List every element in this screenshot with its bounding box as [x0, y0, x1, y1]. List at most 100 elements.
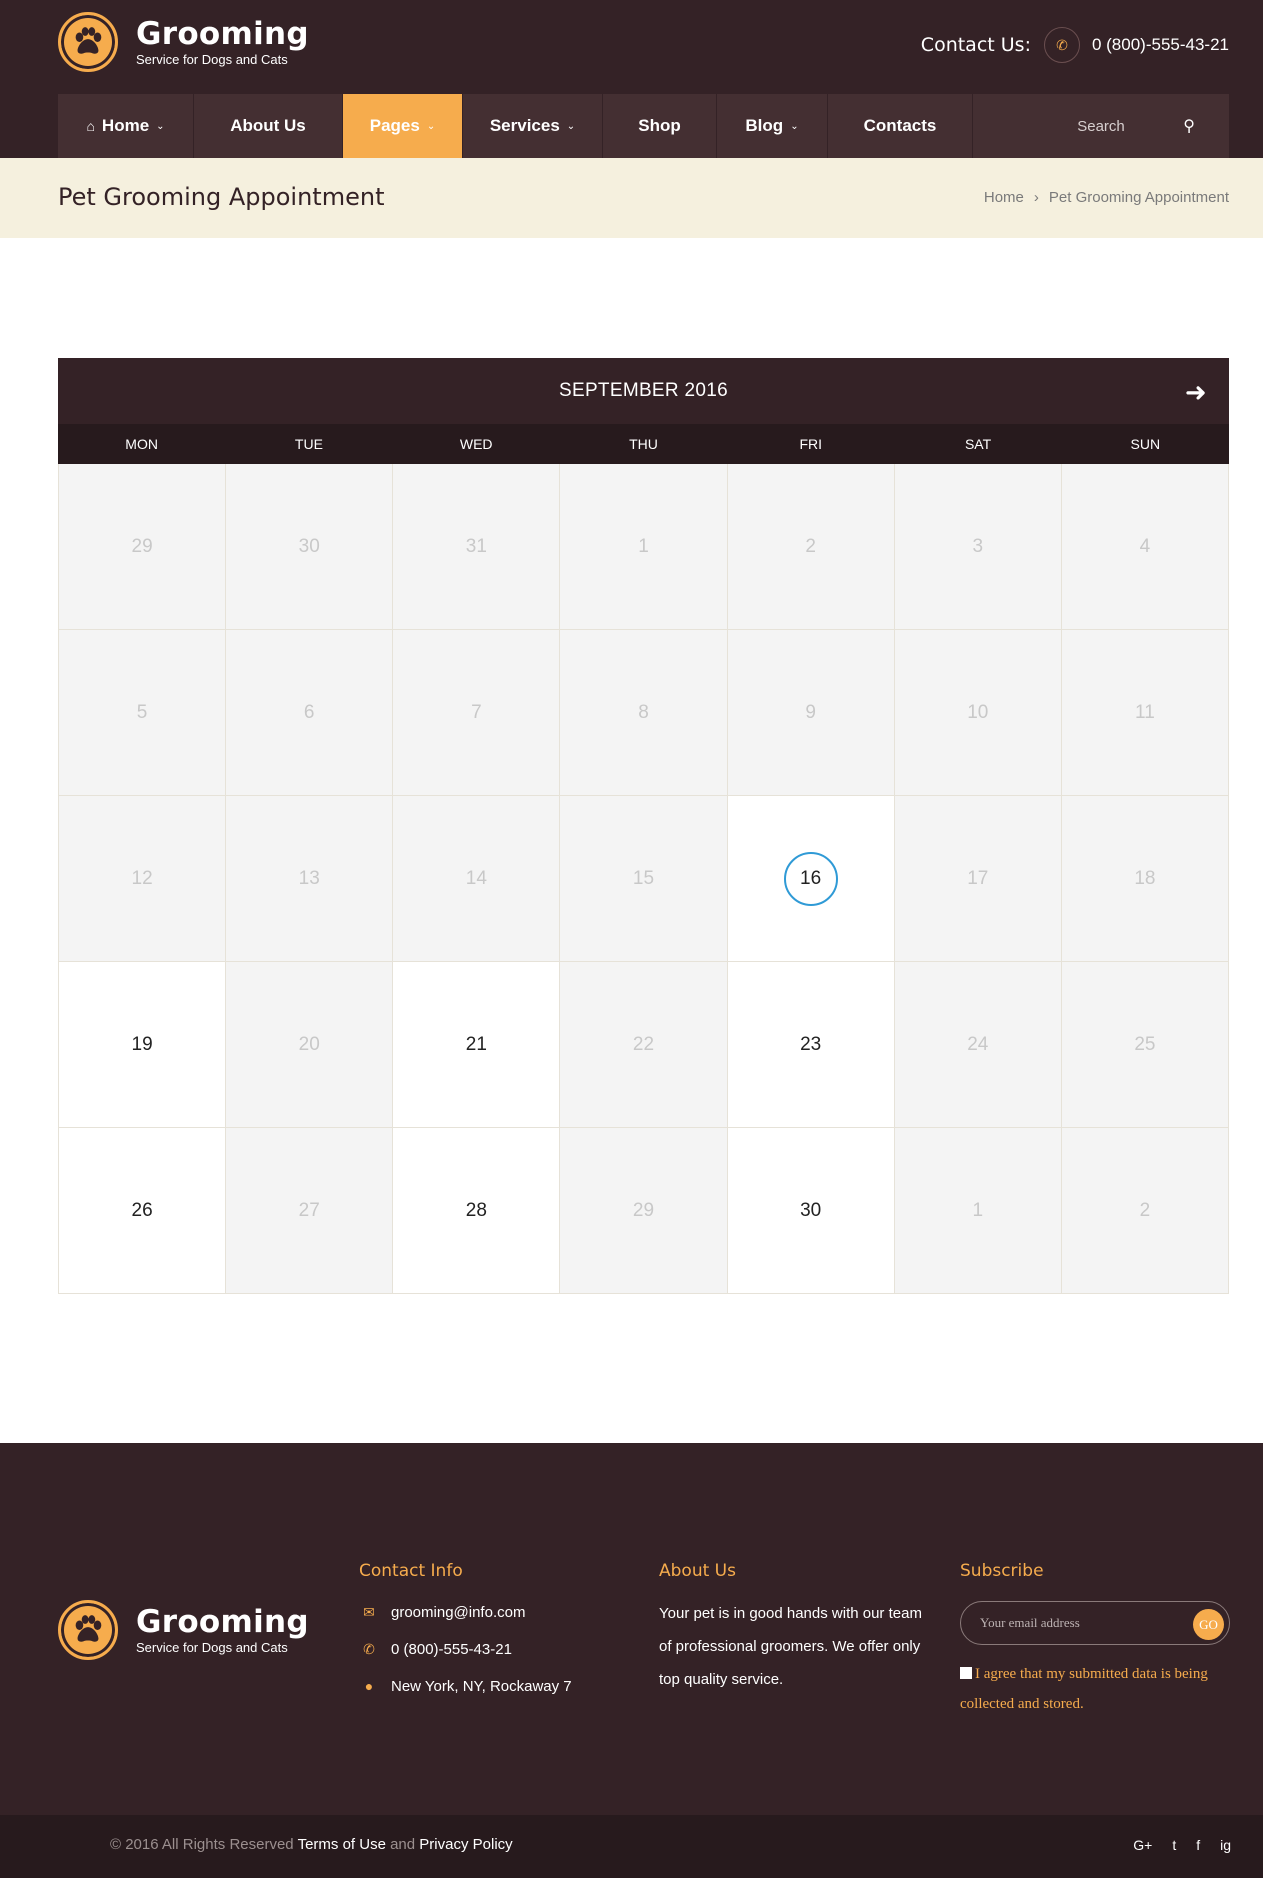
nav-item-home[interactable]: ⌂ Home ⌄ [58, 94, 194, 158]
footer-email-row: ✉ grooming@info.com [359, 1601, 572, 1623]
site-footer: Grooming Service for Dogs and Cats Conta… [0, 1443, 1263, 1815]
footer-heading: Contact Info [359, 1561, 463, 1581]
footer-about-text: Your pet is in good hands with our team … [659, 1605, 922, 1688]
calendar-day: 6 [226, 630, 394, 796]
weekday-label: WED [459, 436, 493, 452]
calendar-day-available[interactable]: 30 [727, 1128, 895, 1294]
nav-search: ⚲ [973, 94, 1229, 158]
appointment-calendar: SEPTEMBER 2016 ➜ MON TUE WED THU FRI SAT… [58, 358, 1229, 1294]
footer-brand-name: Grooming [136, 1603, 309, 1640]
footer-subscribe: Subscribe GO I agree that my submitted d… [960, 1561, 1235, 1719]
calendar-day: 27 [226, 1128, 394, 1294]
calendar-day: 10 [894, 630, 1062, 796]
calendar-day: 2 [1061, 1128, 1229, 1294]
consent-checkbox[interactable] [960, 1667, 972, 1679]
calendar-grid: 29 30 31 1 2 3 4 5 6 7 8 9 10 11 12 13 1… [58, 464, 1229, 1294]
nav-label: Shop [638, 116, 681, 135]
calendar-day-available[interactable]: 28 [393, 1128, 561, 1294]
search-input[interactable] [1011, 117, 1191, 135]
chevron-down-icon: ⌄ [156, 120, 165, 132]
subscribe-email-input[interactable] [980, 1615, 1180, 1631]
calendar-day: 20 [226, 962, 394, 1128]
calendar-day: 15 [560, 796, 728, 962]
instagram-icon[interactable]: ig [1220, 1837, 1231, 1853]
calendar-day: 7 [393, 630, 561, 796]
calendar-day: 8 [560, 630, 728, 796]
phone-icon: ✆ [363, 1640, 375, 1657]
header-phone[interactable]: 0 (800)-555-43-21 [1092, 35, 1229, 55]
calendar-day: 22 [560, 962, 728, 1128]
calendar-day-available[interactable]: 26 [59, 1128, 227, 1294]
footer-phone-row: ✆ 0 (800)-555-43-21 [359, 1638, 572, 1660]
copyright: © 2016 All Rights Reserved Terms of Use … [110, 1836, 513, 1853]
calendar-day: 9 [727, 630, 895, 796]
breadcrumb: Home › Pet Grooming Appointment [984, 189, 1229, 206]
social-links: G+ t f ig [1113, 1837, 1231, 1853]
subscribe-go-button[interactable]: GO [1193, 1609, 1224, 1640]
chevron-right-icon: › [1033, 189, 1039, 206]
weekday-label: SUN [1130, 436, 1161, 452]
terms-link[interactable]: Terms of Use [298, 1836, 386, 1853]
calendar-day-available[interactable]: 21 [393, 962, 561, 1128]
calendar-day: 11 [1061, 630, 1229, 796]
header-contact: Contact Us: ✆ 0 (800)-555-43-21 [921, 27, 1229, 63]
calendar-day-today[interactable]: 16 [727, 796, 895, 962]
google-plus-icon[interactable]: G+ [1133, 1837, 1152, 1853]
nav-item-about[interactable]: About Us [194, 94, 343, 158]
nav-item-blog[interactable]: Blog ⌄ [717, 94, 828, 158]
phone-icon: ✆ [1043, 27, 1080, 63]
calendar-day: 31 [393, 464, 561, 630]
privacy-link[interactable]: Privacy Policy [419, 1836, 512, 1853]
calendar-month: SEPTEMBER 2016 [559, 380, 728, 401]
footer-address: New York, NY, Rockaway 7 [391, 1677, 572, 1695]
weekday-label: SAT [964, 436, 992, 452]
copyright-text: © 2016 All Rights Reserved [110, 1836, 294, 1853]
chevron-down-icon: ⌄ [790, 120, 799, 132]
calendar-day-available[interactable]: 19 [59, 962, 227, 1128]
nav-item-services[interactable]: Services ⌄ [463, 94, 603, 158]
nav-label: Contacts [863, 116, 937, 135]
footer-phone[interactable]: 0 (800)-555-43-21 [391, 1641, 512, 1658]
calendar-day: 24 [894, 962, 1062, 1128]
logo[interactable]: Grooming Service for Dogs and Cats [58, 12, 309, 72]
weekday-label: TUE [294, 436, 323, 452]
calendar-day: 5 [59, 630, 227, 796]
nav-item-contacts[interactable]: Contacts [828, 94, 973, 158]
footer-about: About Us Your pet is in good hands with … [659, 1561, 929, 1696]
nav-item-shop[interactable]: Shop [603, 94, 717, 158]
brand-name: Grooming [136, 15, 309, 52]
chevron-down-icon: ⌄ [426, 120, 436, 132]
breadcrumb-home[interactable]: Home [984, 189, 1024, 206]
map-pin-icon: ● [364, 1678, 374, 1694]
weekday-label: FRI [799, 436, 823, 452]
paw-logo-icon [58, 1600, 118, 1660]
calendar-day: 25 [1061, 962, 1229, 1128]
calendar-day: 29 [59, 464, 227, 630]
main-nav: ⌂ Home ⌄ About Us Pages ⌄ Services ⌄ Sho… [58, 94, 1229, 158]
calendar-day: 1 [560, 464, 728, 630]
calendar-day: 29 [560, 1128, 728, 1294]
calendar-day-available[interactable]: 23 [727, 962, 895, 1128]
facebook-icon[interactable]: f [1196, 1837, 1200, 1853]
weekday-label: THU [629, 436, 658, 452]
weekday-label: MON [125, 436, 158, 452]
footer-bottom-bar: © 2016 All Rights Reserved Terms of Use … [0, 1815, 1263, 1878]
search-icon[interactable]: ⚲ [1183, 116, 1195, 136]
consent-label: I agree that my submitted data is being … [960, 1666, 1208, 1712]
nav-item-pages[interactable]: Pages ⌄ [343, 94, 463, 158]
footer-heading: Subscribe [960, 1561, 1044, 1581]
breadcrumb-current: Pet Grooming Appointment [1048, 189, 1229, 206]
page-title-bar: Pet Grooming Appointment Home › Pet Groo… [0, 158, 1263, 238]
twitter-icon[interactable]: t [1172, 1837, 1176, 1853]
chevron-down-icon: ⌄ [566, 120, 576, 132]
footer-email[interactable]: grooming@info.com [391, 1604, 525, 1621]
nav-label: Services [489, 116, 560, 135]
calendar-day: 2 [727, 464, 895, 630]
nav-label: Pages [369, 116, 420, 135]
arrow-right-icon[interactable]: ➜ [1185, 377, 1207, 408]
today-marker: 16 [783, 851, 838, 906]
footer-logo[interactable]: Grooming Service for Dogs and Cats [58, 1600, 309, 1660]
footer-heading: About Us [659, 1561, 736, 1581]
calendar-day: 4 [1061, 464, 1229, 630]
calendar-day: 18 [1061, 796, 1229, 962]
